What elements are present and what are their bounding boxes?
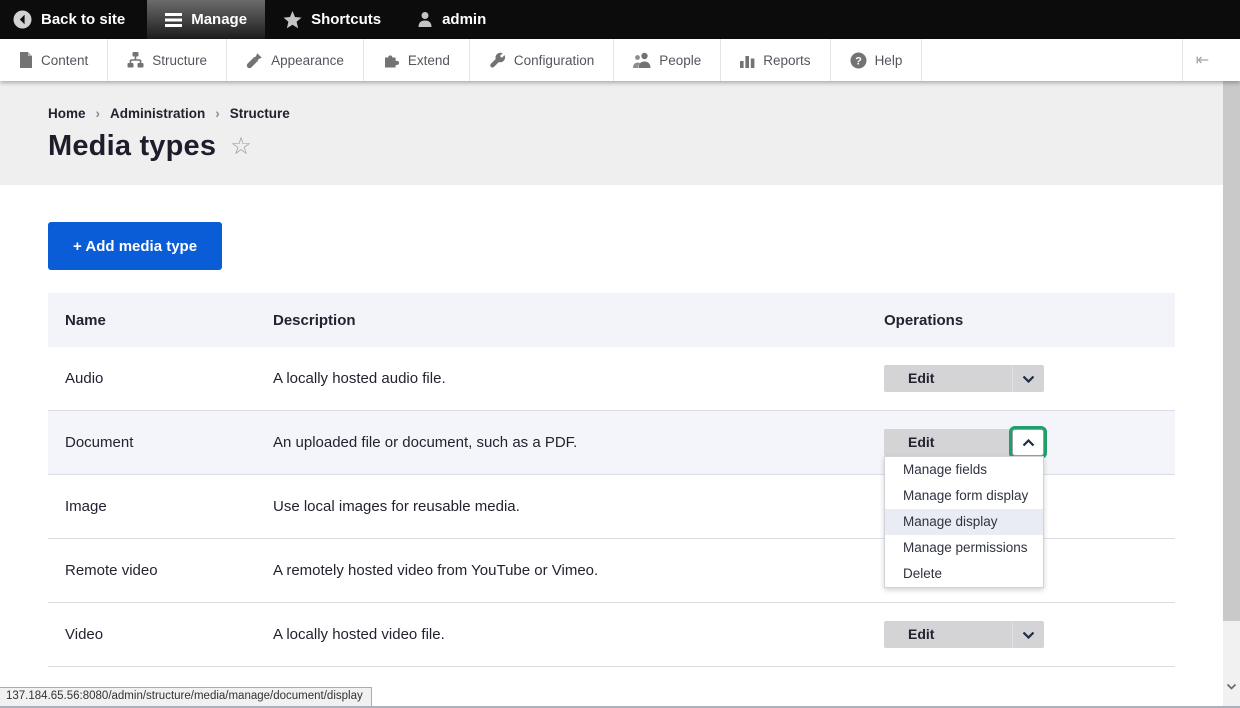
- table-header-row: Name Description Operations: [48, 293, 1175, 347]
- favorite-star-icon[interactable]: ☆: [230, 134, 252, 159]
- media-type-description: A locally hosted audio file.: [273, 370, 446, 387]
- menu-item-manage-permissions[interactable]: Manage permissions: [885, 535, 1043, 561]
- operations-dropdown-menu: Manage fields Manage form display Manage…: [884, 456, 1044, 588]
- toolbar-label: Extend: [407, 52, 450, 68]
- menu-item-delete[interactable]: Delete: [885, 561, 1043, 587]
- bar-chart-icon: [740, 52, 755, 68]
- table-row-video: Video A locally hosted video file. Edit: [48, 603, 1175, 667]
- media-type-name: Image: [65, 498, 107, 515]
- toolbar-item-structure[interactable]: Structure: [108, 39, 228, 81]
- admin-tab-shortcuts[interactable]: Shortcuts: [265, 0, 399, 39]
- column-header-description: Description: [273, 311, 356, 329]
- toolbar-label: Structure: [152, 52, 208, 68]
- breadcrumb-structure[interactable]: Structure: [230, 106, 290, 121]
- menu-item-manage-display[interactable]: Manage display: [885, 509, 1043, 535]
- dropdown-toggle-button-focused[interactable]: [1012, 429, 1044, 456]
- operations-dropbutton-open: Edit: [884, 429, 1044, 456]
- media-type-description: A remotely hosted video from YouTube or …: [273, 562, 599, 579]
- toolbar-item-content[interactable]: Content: [0, 39, 109, 81]
- breadcrumb-administration[interactable]: Administration: [110, 106, 205, 121]
- toolbar-item-appearance[interactable]: Appearance: [227, 39, 364, 81]
- breadcrumb-home[interactable]: Home: [48, 106, 86, 121]
- chevron-down-icon: [1022, 631, 1035, 639]
- dropdown-toggle-button[interactable]: [1012, 365, 1044, 392]
- toolbar-item-extend[interactable]: Extend: [364, 39, 470, 81]
- toolbar-label: People: [659, 52, 702, 68]
- people-icon: [633, 52, 651, 68]
- media-type-name: Audio: [65, 370, 104, 387]
- edit-button[interactable]: Edit: [884, 621, 1012, 648]
- add-media-type-button[interactable]: + Add media type: [48, 222, 223, 270]
- paintbrush-icon: [246, 52, 263, 69]
- admin-bar: Back to site Manage Shortcuts admin: [0, 0, 1240, 39]
- menu-item-manage-form-display[interactable]: Manage form display: [885, 483, 1043, 509]
- table-row-audio: Audio A locally hosted audio file. Edit: [48, 347, 1175, 411]
- toolbar-tray: Content Structure Appearance Extend Conf…: [0, 39, 1240, 81]
- breadcrumb-separator: ›: [215, 106, 220, 121]
- shortcuts-label: Shortcuts: [311, 11, 382, 28]
- file-icon: [19, 52, 33, 68]
- media-type-name: Remote video: [65, 562, 158, 579]
- question-icon: ?: [850, 52, 867, 69]
- toolbar-label: Reports: [763, 52, 811, 68]
- toolbar-item-configuration[interactable]: Configuration: [470, 39, 615, 81]
- operations-dropbutton: Edit: [884, 621, 1044, 648]
- breadcrumb-separator: ›: [95, 106, 101, 121]
- media-type-description: A locally hosted video file.: [273, 626, 445, 643]
- star-icon: [283, 10, 302, 29]
- dropdown-toggle-button[interactable]: [1012, 621, 1044, 648]
- admin-user-menu[interactable]: admin: [399, 0, 504, 39]
- back-circle-icon: [13, 10, 32, 29]
- column-header-operations: Operations: [884, 311, 964, 329]
- page-header: Home › Administration › Structure Media …: [0, 81, 1223, 185]
- drupal-admin-screen: Back to site Manage Shortcuts admin Cont…: [0, 0, 1240, 708]
- svg-text:?: ?: [855, 55, 862, 67]
- collapse-toolbar-icon: ⇤: [1195, 52, 1210, 69]
- media-types-table: Name Description Operations Audio A loca…: [48, 293, 1175, 667]
- edit-button[interactable]: Edit: [884, 429, 1012, 456]
- scrollbar-down-button[interactable]: [1223, 678, 1240, 694]
- collapse-toolbar-button[interactable]: ⇤: [1182, 39, 1222, 81]
- column-header-name: Name: [65, 311, 106, 329]
- edit-button[interactable]: Edit: [884, 365, 1012, 392]
- hamburger-icon: [165, 12, 183, 27]
- wrench-icon: [489, 52, 506, 69]
- media-type-description: An uploaded file or document, such as a …: [273, 434, 578, 451]
- table-row-document: Document An uploaded file or document, s…: [48, 411, 1175, 588]
- puzzle-icon: [383, 52, 400, 68]
- user-name-label: admin: [442, 11, 487, 28]
- toolbar-label: Configuration: [513, 52, 595, 68]
- page-title: Media types: [48, 130, 217, 162]
- chevron-up-icon: [1022, 438, 1034, 446]
- toolbar-label: Content: [41, 52, 89, 68]
- breadcrumb: Home › Administration › Structure: [48, 106, 1223, 121]
- toolbar-label: Help: [874, 52, 903, 68]
- vertical-scrollbar[interactable]: [1223, 81, 1240, 708]
- manage-label: Manage: [191, 11, 248, 28]
- scroll-down-arrow-icon: [1226, 683, 1237, 690]
- back-to-site-label: Back to site: [41, 11, 126, 28]
- user-icon: [417, 11, 433, 28]
- media-type-name: Document: [65, 434, 134, 451]
- sitemap-icon: [127, 52, 144, 68]
- toolbar-label: Appearance: [271, 52, 344, 68]
- admin-tab-manage[interactable]: Manage: [147, 0, 266, 39]
- menu-item-manage-fields[interactable]: Manage fields: [885, 457, 1043, 483]
- operations-dropbutton: Edit: [884, 365, 1044, 392]
- toolbar-item-help[interactable]: ? Help: [831, 39, 923, 81]
- media-type-description: Use local images for reusable media.: [273, 498, 520, 515]
- media-type-name: Video: [65, 626, 104, 643]
- back-to-site-link[interactable]: Back to site: [0, 0, 143, 39]
- toolbar-item-reports[interactable]: Reports: [721, 39, 831, 81]
- link-status-tooltip: 137.184.65.56:8080/admin/structure/media…: [0, 687, 372, 706]
- chevron-down-icon: [1022, 375, 1035, 383]
- page-content: Home › Administration › Structure Media …: [0, 81, 1223, 708]
- toolbar-item-people[interactable]: People: [614, 39, 722, 81]
- scrollbar-thumb[interactable]: [1223, 81, 1240, 621]
